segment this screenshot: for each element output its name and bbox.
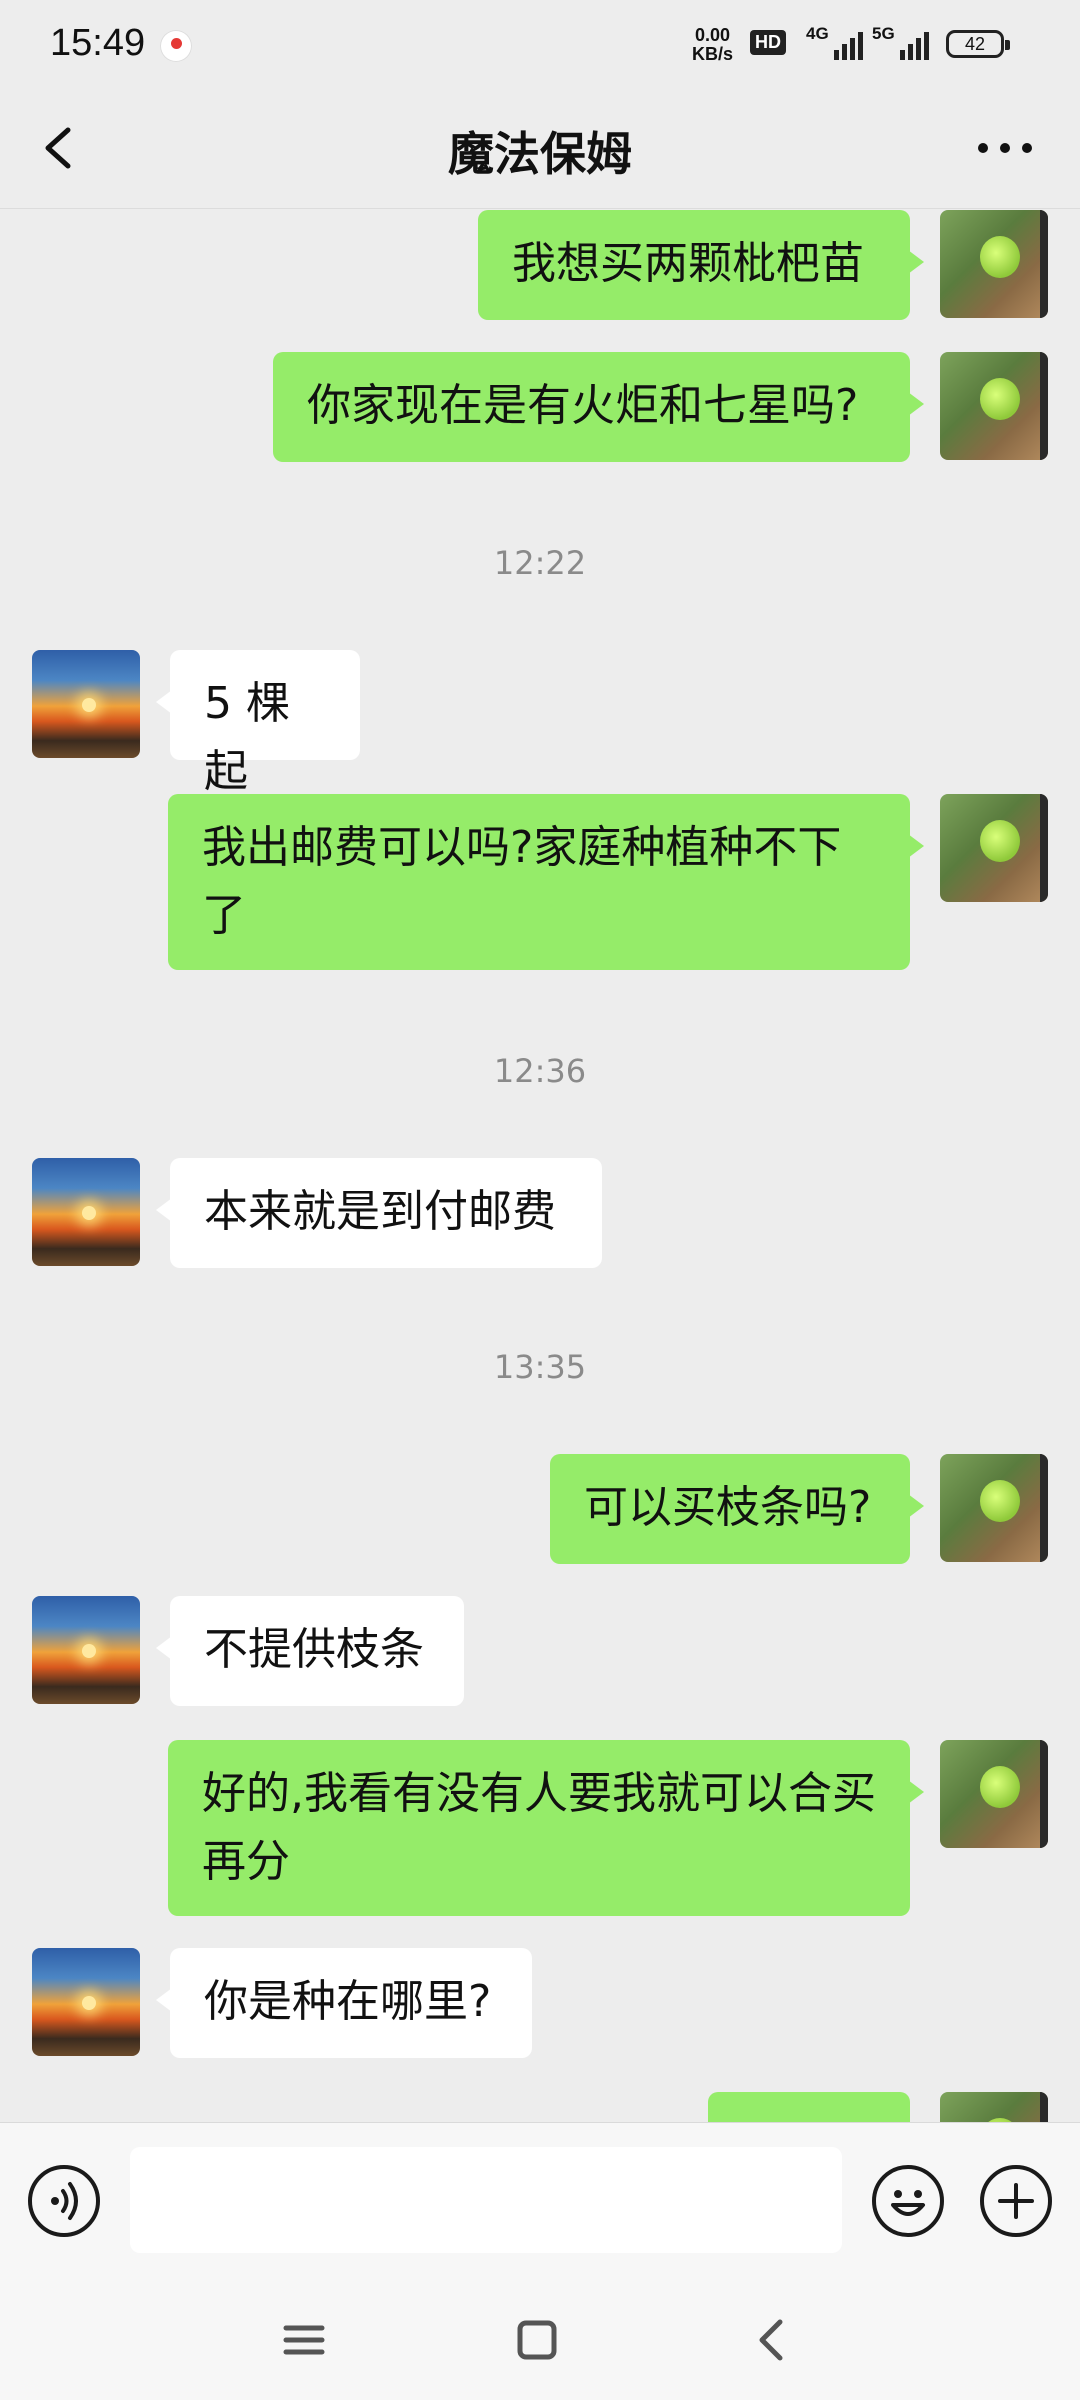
battery-icon: 42 xyxy=(946,30,1010,58)
my-message-bubble[interactable]: 可以买枝条吗? xyxy=(550,1454,924,1564)
network-speed-value: 0.00 xyxy=(694,25,731,45)
more-dots-icon xyxy=(978,143,1032,153)
contact-avatar[interactable] xyxy=(32,1158,140,1266)
voice-button[interactable] xyxy=(28,2165,100,2237)
my-avatar[interactable] xyxy=(940,210,1048,318)
contact-avatar[interactable] xyxy=(32,1596,140,1704)
my-avatar[interactable] xyxy=(940,2092,1048,2122)
signal-4g-icon: 4G xyxy=(806,24,863,60)
timestamp: 13:35 xyxy=(493,1348,587,1386)
more-options-button[interactable] xyxy=(970,116,1040,180)
signal-5g-icon: 5G xyxy=(872,24,929,60)
their-message-bubble[interactable]: 本来就是到付邮费 xyxy=(156,1158,602,1268)
my-avatar[interactable] xyxy=(940,1740,1048,1848)
chat-header: 魔法保姆 xyxy=(0,92,1080,209)
message-text: 我想买两颗枇杷苗 xyxy=(512,238,864,289)
system-navigation-bar xyxy=(0,2280,1080,2400)
network-speed: 0.00 KB/s xyxy=(692,26,733,64)
message-text: 你家现在是有火炬和七星吗? xyxy=(307,380,859,431)
message-input-bar xyxy=(0,2122,1080,2281)
their-message-bubble[interactable]: 你是种在哪里? xyxy=(156,1948,532,2058)
my-message-bubble[interactable]: 好的,我看有没有人要我就可以合买再分 xyxy=(168,1740,924,1916)
emoji-icon xyxy=(891,2190,925,2216)
message-input[interactable] xyxy=(130,2147,842,2253)
emoji-button[interactable] xyxy=(872,2165,944,2237)
their-message-bubble[interactable]: 5 棵起 xyxy=(156,650,360,797)
timestamp: 12:22 xyxy=(493,544,587,582)
home-icon xyxy=(517,2320,557,2360)
hd-badge: HD xyxy=(750,30,786,55)
message-text: 可以买枝条吗? xyxy=(584,1482,872,1533)
back-nav-button[interactable] xyxy=(740,2310,804,2370)
sim2-label: 5G xyxy=(872,24,895,43)
plus-button[interactable] xyxy=(980,2165,1052,2237)
my-message-bubble[interactable]: 我想买两颗枇杷苗 xyxy=(478,210,924,320)
network-speed-unit: KB/s xyxy=(692,44,734,64)
my-avatar[interactable] xyxy=(940,1454,1048,1562)
home-nav-button[interactable] xyxy=(505,2310,569,2370)
timestamp: 12:36 xyxy=(493,1052,587,1090)
my-avatar[interactable] xyxy=(940,794,1048,902)
their-message-bubble[interactable]: 不提供枝条 xyxy=(156,1596,464,1706)
message-text: 好的,我看有没有人要我就可以合买再分 xyxy=(202,1768,876,1887)
back-icon xyxy=(759,2319,783,2361)
status-time: 15:49 xyxy=(50,22,146,64)
location-icon xyxy=(160,30,192,62)
message-text: 本来就是到付邮费 xyxy=(204,1186,556,1237)
menu-icon xyxy=(283,2325,325,2355)
message-text: 5 棵起 xyxy=(204,678,290,797)
my-avatar[interactable] xyxy=(940,352,1048,460)
plus-icon xyxy=(998,2183,1034,2219)
menu-nav-button[interactable] xyxy=(272,2310,336,2370)
chat-message-list[interactable]: 我想买两颗枇杷苗 你家现在是有火炬和七星吗? 12:22 5 棵起 我出邮费可以… xyxy=(0,208,1080,2122)
battery-level: 42 xyxy=(964,34,986,54)
message-text: 我出邮费可以吗?家庭种植种不下了 xyxy=(202,822,842,941)
contact-avatar[interactable] xyxy=(32,650,140,758)
contact-avatar[interactable] xyxy=(32,1948,140,2056)
message-text: 你是种在哪里? xyxy=(204,1976,492,2027)
voice-icon xyxy=(51,2182,78,2220)
sim1-label: 4G xyxy=(806,24,829,43)
message-text: 不提供枝条 xyxy=(204,1624,424,1675)
my-message-bubble[interactable]: 你家现在是有火炬和七星吗? xyxy=(273,352,924,462)
status-bar: 15:49 0.00 KB/s HD 4G 5G 42 xyxy=(0,0,1080,92)
chat-title: 魔法保姆 xyxy=(448,127,632,181)
my-message-bubble[interactable]: 我出邮费可以吗?家庭种植种不下了 xyxy=(168,794,924,970)
my-message-bubble-partial[interactable] xyxy=(708,2092,910,2122)
